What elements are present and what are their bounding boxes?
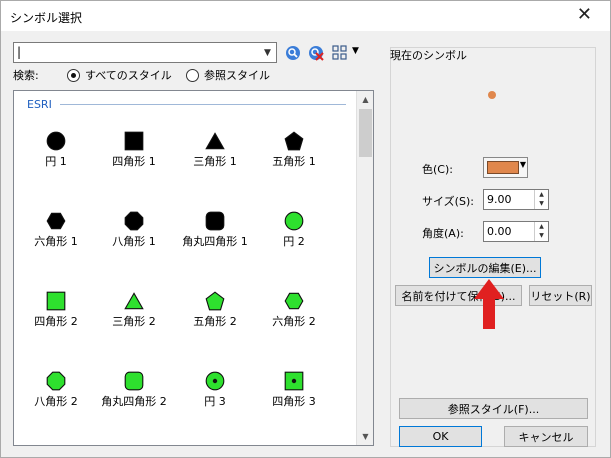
search-label: 検索: — [13, 69, 39, 82]
radio-dot — [67, 68, 80, 82]
symbol-cell[interactable]: 円 1 — [16, 117, 96, 177]
symbol-cell[interactable]: 六角形 1 — [16, 197, 96, 257]
vertical-scrollbar[interactable]: ▲ ▼ — [356, 91, 373, 445]
symbol-cell[interactable]: 四角形 3 — [254, 357, 334, 417]
angle-spinner[interactable]: 0.00 ▲ ▼ — [483, 221, 549, 242]
spin-down-icon[interactable]: ▼ — [535, 231, 548, 240]
clear-search-icon[interactable] — [307, 44, 325, 62]
symbol-label: 四角形 1 — [112, 155, 156, 168]
symbol-cell[interactable]: 角丸四角形 2 — [94, 357, 174, 417]
size-value: 9.00 — [487, 193, 512, 206]
divider — [60, 104, 346, 105]
window-title: シンボル選択 — [10, 11, 83, 25]
chevron-down-icon[interactable]: ▼ — [259, 43, 276, 62]
color-swatch — [487, 161, 519, 174]
ok-button[interactable]: OK — [399, 426, 482, 447]
size-spinner[interactable]: 9.00 ▲ ▼ — [483, 189, 549, 210]
symbol-gallery: ESRI 円 1 四角形 1 三角形 1 五角形 1 六角形 1 八角形 1 角… — [13, 90, 374, 446]
angle-value: 0.00 — [487, 225, 512, 238]
title-bar: シンボル選択 ✕ — [0, 0, 611, 31]
chevron-down-icon: ▼ — [519, 160, 526, 169]
angle-label: 角度(A): — [422, 227, 464, 240]
close-icon[interactable]: ✕ — [577, 5, 592, 25]
symbol-label: 四角形 2 — [34, 315, 78, 328]
search-value: | — [17, 45, 22, 59]
search-input[interactable]: | ▼ — [13, 42, 277, 63]
symbol-label: 円 3 — [204, 395, 226, 408]
symbol-label: 四角形 3 — [272, 395, 316, 408]
symbol-label: 八角形 2 — [34, 395, 78, 408]
reference-style-button[interactable]: 参照スタイル(F)... — [399, 398, 588, 419]
radio-all-styles[interactable]: すべてのスタイル — [67, 67, 172, 83]
symbol-cell[interactable]: 四角形 2 — [16, 277, 96, 337]
symbol-cell[interactable]: 円 2 — [254, 197, 334, 257]
symbol-label: 角丸四角形 2 — [101, 395, 167, 408]
symbol-label: 角丸四角形 1 — [182, 235, 248, 248]
scroll-up-icon[interactable]: ▲ — [357, 91, 373, 108]
reset-button[interactable]: リセット(R) — [529, 285, 592, 306]
symbol-cell[interactable]: 八角形 2 — [16, 357, 96, 417]
symbol-label: 三角形 1 — [193, 155, 237, 168]
symbol-cell[interactable]: 六角形 2 — [254, 277, 334, 337]
radio-dot — [186, 68, 199, 82]
spinner-arrows[interactable]: ▲ ▼ — [534, 190, 548, 209]
symbol-cell[interactable]: 五角形 2 — [175, 277, 255, 337]
radio-reference-styles[interactable]: 参照スタイル — [186, 67, 270, 83]
color-picker-button[interactable]: ▼ — [483, 157, 528, 178]
symbol-label: 円 2 — [283, 235, 305, 248]
edit-symbol-button[interactable]: シンボルの編集(E)... — [429, 257, 541, 278]
symbol-cell[interactable]: 五角形 1 — [254, 117, 334, 177]
radio-label: 参照スタイル — [204, 69, 270, 82]
current-symbol-legend: 現在のシンボル — [390, 49, 467, 62]
symbol-label: 五角形 2 — [193, 315, 237, 328]
symbol-cell[interactable]: 角丸四角形 1 — [175, 197, 255, 257]
red-arrow-icon — [474, 279, 504, 329]
size-label: サイズ(S): — [422, 195, 474, 208]
symbol-cell[interactable]: 三角形 2 — [94, 277, 174, 337]
symbol-cell[interactable]: 八角形 1 — [94, 197, 174, 257]
view-dropdown-icon[interactable]: ▼ — [352, 46, 359, 56]
view-grid-icon[interactable] — [331, 44, 349, 62]
spin-up-icon[interactable]: ▲ — [535, 222, 548, 231]
cancel-button[interactable]: キャンセル — [504, 426, 588, 447]
symbol-label: 五角形 1 — [272, 155, 316, 168]
spin-up-icon[interactable]: ▲ — [535, 190, 548, 199]
spinner-arrows[interactable]: ▲ ▼ — [534, 222, 548, 241]
search-icon[interactable] — [284, 44, 302, 62]
symbol-label: 八角形 1 — [112, 235, 156, 248]
symbol-label: 六角形 1 — [34, 235, 78, 248]
symbol-preview — [488, 91, 496, 99]
gallery-group-label: ESRI — [27, 98, 52, 111]
symbol-cell[interactable]: 四角形 1 — [94, 117, 174, 177]
color-label: 色(C): — [422, 163, 453, 176]
spin-down-icon[interactable]: ▼ — [535, 199, 548, 208]
current-symbol-group — [390, 47, 596, 447]
scroll-thumb[interactable] — [359, 109, 372, 157]
symbol-cell[interactable]: 円 3 — [175, 357, 255, 417]
scroll-down-icon[interactable]: ▼ — [357, 428, 373, 445]
symbol-label: 三角形 2 — [112, 315, 156, 328]
radio-label: すべてのスタイル — [85, 69, 172, 82]
symbol-label: 円 1 — [45, 155, 67, 168]
symbol-cell[interactable]: 三角形 1 — [175, 117, 255, 177]
symbol-label: 六角形 2 — [272, 315, 316, 328]
